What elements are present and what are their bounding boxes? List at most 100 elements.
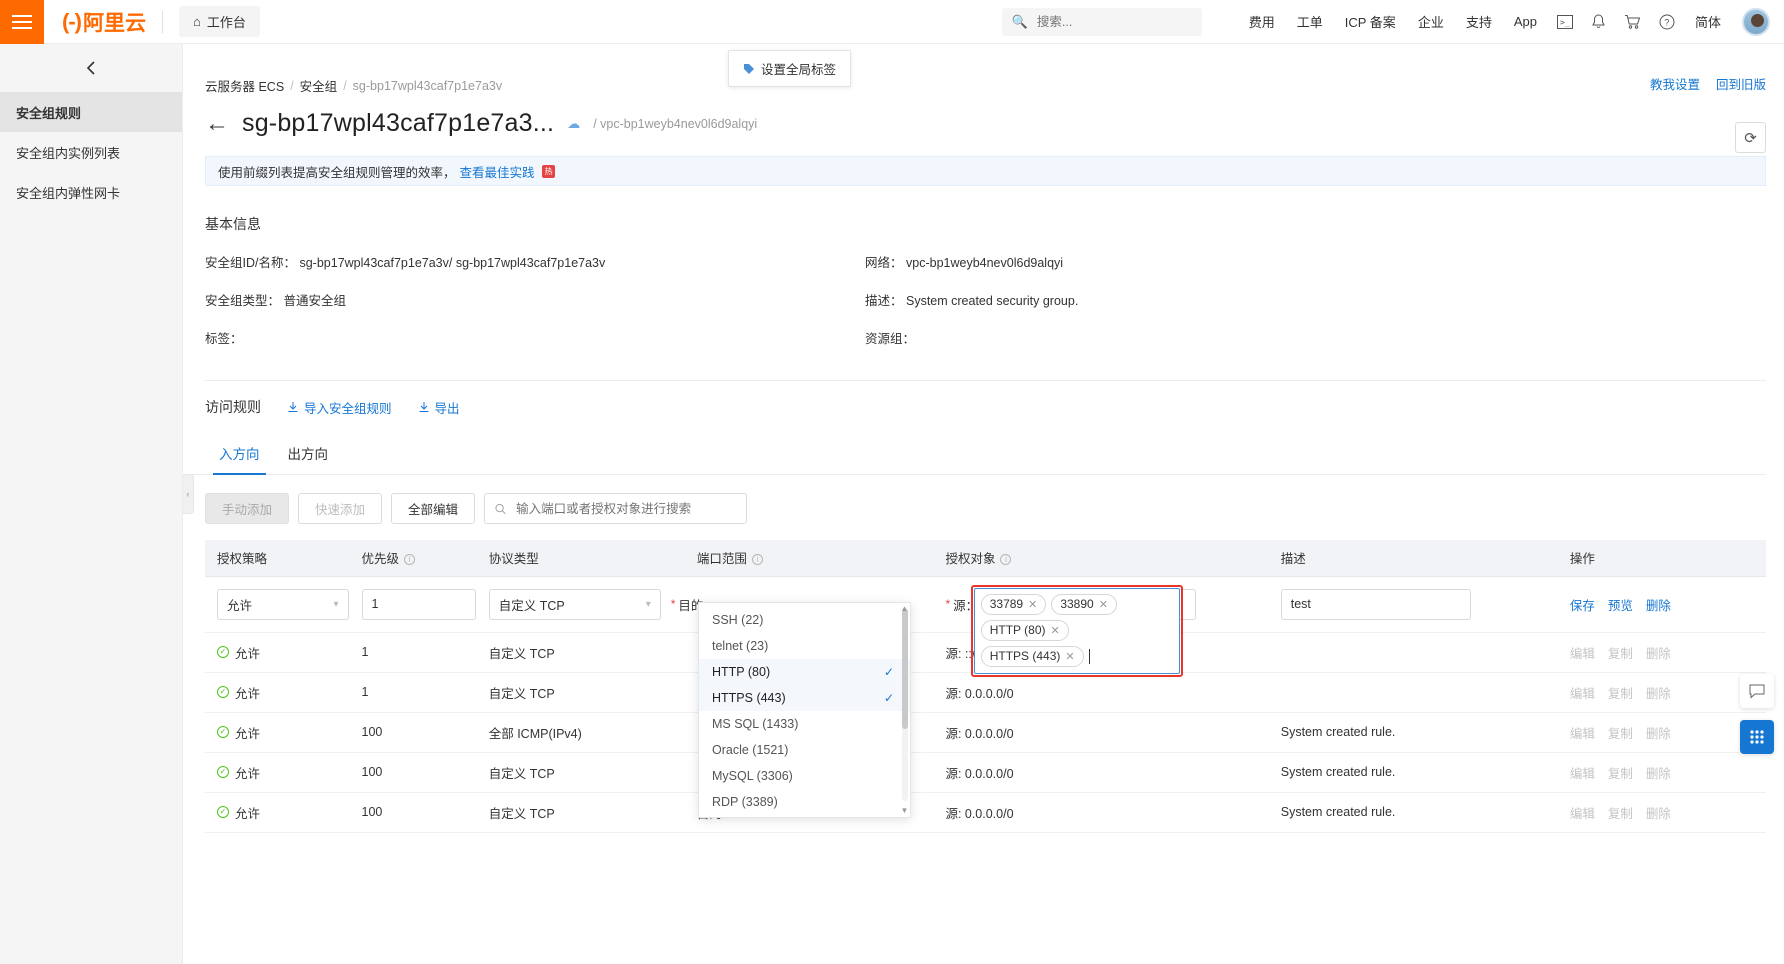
floating-action-buttons bbox=[1740, 674, 1774, 754]
preview-button[interactable]: 预览 bbox=[1608, 595, 1633, 614]
nav-support[interactable]: 支持 bbox=[1455, 12, 1503, 31]
info-row-network: 网络： vpc-bp1weyb4nev0l6d9alqyi bbox=[865, 252, 1525, 271]
info-label: 资源组： bbox=[865, 332, 915, 346]
menu-toggle-button[interactable] bbox=[0, 0, 44, 44]
bell-icon[interactable] bbox=[1582, 5, 1616, 39]
port-option-ssh[interactable]: SSH (22) bbox=[699, 607, 910, 633]
port-range-multiselect[interactable]: 33789 ✕ 33890 ✕ HTTP (80) bbox=[974, 588, 1180, 674]
sidebar-item-security-group-rules[interactable]: 安全组规则 bbox=[0, 92, 182, 132]
panel-collapse-handle[interactable]: ‹ bbox=[183, 474, 194, 514]
port-option-mssql[interactable]: MS SQL (1433) bbox=[699, 711, 910, 737]
sidebar-item-elastic-nic[interactable]: 安全组内弹性网卡 bbox=[0, 172, 182, 212]
best-practice-link[interactable]: 查看最佳实践 bbox=[460, 162, 535, 181]
remove-tag-icon[interactable]: ✕ bbox=[1028, 598, 1037, 611]
copy-button[interactable]: 复制 bbox=[1608, 723, 1633, 742]
nav-enterprise[interactable]: 企业 bbox=[1407, 12, 1455, 31]
tab-outbound[interactable]: 出方向 bbox=[274, 433, 343, 474]
cell-actions: 编辑 复制 删除 bbox=[1558, 752, 1766, 792]
port-tag[interactable]: HTTPS (443) ✕ bbox=[981, 646, 1084, 667]
alibaba-cloud-logo[interactable]: (-) 阿里云 bbox=[62, 7, 146, 37]
save-button[interactable]: 保存 bbox=[1570, 595, 1595, 614]
port-tag[interactable]: HTTP (80) ✕ bbox=[981, 620, 1069, 641]
description-input[interactable]: test bbox=[1281, 589, 1471, 620]
apps-icon[interactable] bbox=[1740, 720, 1774, 754]
rules-search[interactable] bbox=[484, 493, 747, 524]
copy-button[interactable]: 复制 bbox=[1608, 643, 1633, 662]
copy-button[interactable]: 复制 bbox=[1608, 763, 1633, 782]
priority-input[interactable]: 1 bbox=[362, 589, 476, 620]
edit-button[interactable]: 编辑 bbox=[1570, 763, 1595, 782]
breadcrumb-security-group[interactable]: 安全组 bbox=[300, 76, 338, 95]
help-icon[interactable]: ? bbox=[1650, 5, 1684, 39]
remove-tag-icon[interactable]: ✕ bbox=[1065, 650, 1074, 663]
option-label: Oracle (1521) bbox=[712, 743, 788, 757]
copy-button[interactable]: 复制 bbox=[1608, 683, 1633, 702]
edit-button[interactable]: 编辑 bbox=[1570, 723, 1595, 742]
port-option-telnet[interactable]: telnet (23) bbox=[699, 633, 910, 659]
search-input[interactable] bbox=[1035, 14, 1192, 30]
main-layout: 安全组规则 安全组内实例列表 安全组内弹性网卡 ‹ 设置全局标签 教我设置 回到… bbox=[0, 44, 1784, 964]
port-option-https[interactable]: HTTPS (443) ✓ bbox=[699, 685, 910, 711]
port-tag[interactable]: 33890 ✕ bbox=[1051, 594, 1117, 615]
nav-tickets[interactable]: 工单 bbox=[1286, 12, 1334, 31]
delete-button[interactable]: 删除 bbox=[1646, 803, 1671, 822]
port-tag[interactable]: 33789 ✕ bbox=[981, 594, 1047, 615]
feedback-icon[interactable] bbox=[1740, 674, 1774, 708]
teach-me-link[interactable]: 教我设置 bbox=[1650, 74, 1700, 93]
port-option-mysql[interactable]: MySQL (3306) bbox=[699, 763, 910, 789]
edit-all-button[interactable]: 全部编辑 bbox=[391, 493, 475, 524]
global-search[interactable]: 🔍 bbox=[1002, 8, 1202, 36]
port-options-dropdown[interactable]: SSH (22) telnet (23) HTTP (80) ✓ HTTPS (… bbox=[698, 602, 911, 818]
back-arrow-icon[interactable]: ← bbox=[205, 112, 229, 136]
edit-row-actions: 保存 预览 删除 bbox=[1570, 595, 1765, 614]
info-icon[interactable]: i bbox=[1000, 554, 1011, 565]
table-row[interactable]: ✓允许 100 自定义 TCP 目的: 338 源: 0.0.0.0/0 Sys… bbox=[205, 752, 1766, 792]
scroll-up-icon[interactable]: ▲ bbox=[900, 604, 909, 613]
tab-inbound[interactable]: 入方向 bbox=[205, 433, 274, 474]
export-rules-button[interactable]: 导出 bbox=[418, 398, 460, 417]
edit-button[interactable]: 编辑 bbox=[1570, 643, 1595, 662]
delete-button[interactable]: 删除 bbox=[1646, 683, 1671, 702]
refresh-button[interactable]: ⟳ bbox=[1735, 122, 1766, 153]
info-icon[interactable]: i bbox=[752, 554, 763, 565]
remove-tag-icon[interactable]: ✕ bbox=[1051, 624, 1060, 637]
protocol-select[interactable]: 自定义 TCP ▾ bbox=[489, 589, 661, 620]
delete-button[interactable]: 删除 bbox=[1646, 595, 1671, 614]
avatar[interactable] bbox=[1742, 8, 1770, 36]
quick-add-button[interactable]: 快速添加 bbox=[298, 493, 382, 524]
port-option-http[interactable]: HTTP (80) ✓ bbox=[699, 659, 910, 685]
language-selector[interactable]: 简体 bbox=[1684, 12, 1732, 31]
cart-icon[interactable] bbox=[1616, 5, 1650, 39]
delete-button[interactable]: 删除 bbox=[1646, 643, 1671, 662]
nav-icp[interactable]: ICP 备案 bbox=[1334, 12, 1407, 31]
dropdown-scrollbar-thumb[interactable] bbox=[902, 609, 908, 729]
breadcrumb-ecs[interactable]: 云服务器 ECS bbox=[205, 76, 284, 95]
table-row[interactable]: ✓允许 100 自定义 TCP 目的: 22/ 源: 0.0.0.0/0 Sys… bbox=[205, 792, 1766, 832]
table-row[interactable]: ✓允许 1 自定义 TCP 目的: 1/6 源: 0.0.0.0/0 编辑 复制… bbox=[205, 672, 1766, 712]
manual-add-button[interactable]: 手动添加 bbox=[205, 493, 289, 524]
delete-button[interactable]: 删除 bbox=[1646, 763, 1671, 782]
rules-search-input[interactable] bbox=[514, 501, 736, 517]
sidebar-item-instance-list[interactable]: 安全组内实例列表 bbox=[0, 132, 182, 172]
global-tag-button[interactable]: 设置全局标签 bbox=[728, 50, 851, 87]
port-option-rdp[interactable]: RDP (3389) bbox=[699, 789, 910, 815]
old-version-link[interactable]: 回到旧版 bbox=[1716, 74, 1766, 93]
copy-button[interactable]: 复制 bbox=[1608, 803, 1633, 822]
info-icon[interactable]: i bbox=[404, 554, 415, 565]
remove-tag-icon[interactable]: ✕ bbox=[1099, 598, 1108, 611]
nav-fees[interactable]: 费用 bbox=[1238, 12, 1286, 31]
nav-app[interactable]: App bbox=[1503, 14, 1548, 29]
edit-button[interactable]: 编辑 bbox=[1570, 803, 1595, 822]
tab-label: 入方向 bbox=[219, 447, 260, 462]
policy-select[interactable]: 允许 ▾ bbox=[217, 589, 349, 620]
delete-button[interactable]: 删除 bbox=[1646, 723, 1671, 742]
cell-policy: ✓允许 bbox=[205, 672, 350, 712]
table-row[interactable]: ✓允许 100 全部 ICMP(IPv4) 目的: -1/- 源: 0.0.0.… bbox=[205, 712, 1766, 752]
import-rules-button[interactable]: 导入安全组规则 bbox=[287, 398, 392, 417]
scroll-down-icon[interactable]: ▼ bbox=[900, 806, 909, 815]
workbench-button[interactable]: ⌂ 工作台 bbox=[179, 6, 260, 37]
sidebar-collapse-button[interactable] bbox=[0, 44, 182, 92]
console-icon[interactable]: >_ bbox=[1548, 5, 1582, 39]
port-option-oracle[interactable]: Oracle (1521) bbox=[699, 737, 910, 763]
edit-button[interactable]: 编辑 bbox=[1570, 683, 1595, 702]
